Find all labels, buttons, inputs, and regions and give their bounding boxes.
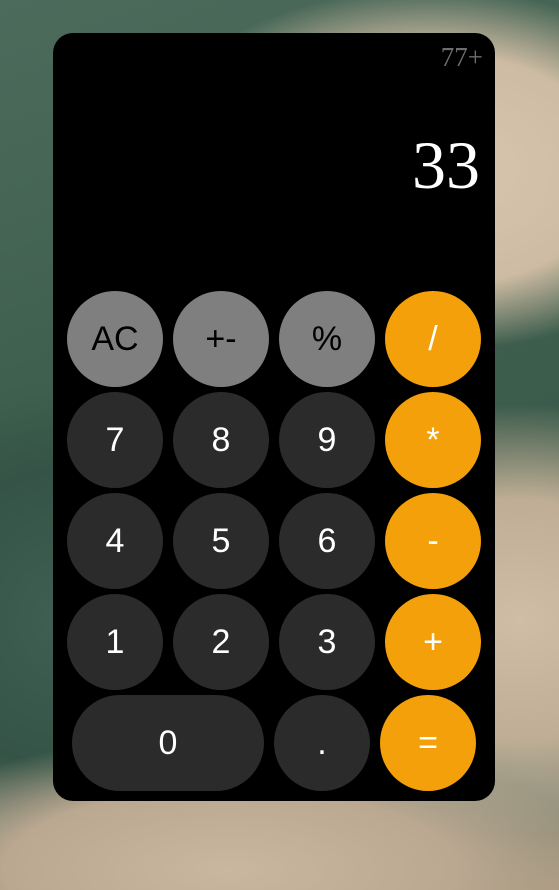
digit-9-button[interactable]: 9 <box>279 392 375 488</box>
percent-button[interactable]: % <box>279 291 375 387</box>
digit-8-button[interactable]: 8 <box>173 392 269 488</box>
divide-button[interactable]: / <box>385 291 481 387</box>
calculator: 77+ 33 AC +- % / 7 8 9 * 4 5 6 - 1 2 3 +… <box>53 33 495 801</box>
minus-button[interactable]: - <box>385 493 481 589</box>
digit-1-button[interactable]: 1 <box>67 594 163 690</box>
plus-button[interactable]: + <box>385 594 481 690</box>
digit-6-button[interactable]: 6 <box>279 493 375 589</box>
plus-minus-button[interactable]: +- <box>173 291 269 387</box>
result-display: 33 <box>412 127 480 203</box>
digit-2-button[interactable]: 2 <box>173 594 269 690</box>
multiply-button[interactable]: * <box>385 392 481 488</box>
digit-0-button[interactable]: 0 <box>72 695 264 791</box>
equals-button[interactable]: = <box>380 695 476 791</box>
digit-4-button[interactable]: 4 <box>67 493 163 589</box>
digit-3-button[interactable]: 3 <box>279 594 375 690</box>
decimal-button[interactable]: . <box>274 695 370 791</box>
history-display: 77+ <box>440 42 483 72</box>
digit-5-button[interactable]: 5 <box>173 493 269 589</box>
digit-7-button[interactable]: 7 <box>67 392 163 488</box>
clear-button[interactable]: AC <box>67 291 163 387</box>
